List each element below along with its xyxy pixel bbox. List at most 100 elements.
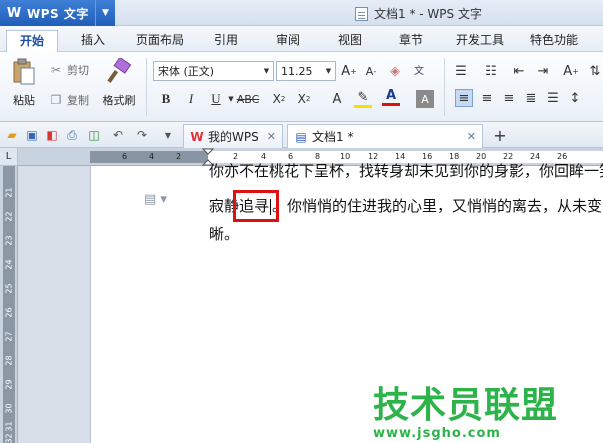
- paste-label: 粘贴: [13, 94, 35, 107]
- tab-my-wps[interactable]: W 我的WPS ✕: [183, 124, 283, 148]
- clipboard-icon: [13, 58, 35, 85]
- undo-icon[interactable]: ↶: [110, 127, 126, 143]
- copy-button[interactable]: ❐ 复制: [48, 92, 89, 108]
- shrink-font-icon[interactable]: A-: [362, 62, 380, 80]
- copy-icon: ❐: [50, 93, 62, 107]
- decrease-indent-icon[interactable]: ⇤: [510, 62, 528, 80]
- tab-view[interactable]: 视图: [332, 30, 368, 52]
- ribbon: 粘贴 ✂ 剪切 ❐ 复制 格式刷 宋体 (正文) ▼ 11.25 ▼ A + A-…: [0, 52, 603, 122]
- document-line-3[interactable]: 晰。: [209, 223, 239, 244]
- strikethrough-icon[interactable]: ABC: [236, 90, 260, 108]
- save-icon[interactable]: ▣: [24, 127, 40, 143]
- superscript-icon[interactable]: X2: [270, 90, 288, 108]
- ruler-number: 2: [176, 152, 182, 161]
- increase-indent-icon[interactable]: ⇥: [534, 62, 552, 80]
- numbered-list-icon[interactable]: ☷: [482, 62, 500, 80]
- app-name: WPS 文字: [27, 6, 89, 21]
- paste-button[interactable]: 粘贴: [4, 58, 44, 108]
- subscript-icon[interactable]: X2: [295, 90, 313, 108]
- grow-font-icon[interactable]: A +: [340, 62, 358, 80]
- tab-references[interactable]: 引用: [208, 30, 244, 52]
- chevron-down-icon: ▼: [325, 67, 332, 75]
- format-painter-button[interactable]: 格式刷: [98, 58, 140, 108]
- paragraph-options-icon[interactable]: ▤ ▾: [144, 192, 167, 207]
- ruler-number: 26: [4, 307, 14, 318]
- new-tab-icon[interactable]: +: [492, 126, 508, 145]
- close-icon[interactable]: ✕: [267, 130, 276, 143]
- align-center-icon[interactable]: ≡: [478, 89, 496, 107]
- format-painter-label: 格式刷: [102, 94, 136, 107]
- ruler-number: 32: [4, 433, 14, 443]
- ruler-number: 6: [122, 152, 128, 161]
- ruler-number: 29: [4, 379, 14, 390]
- divider: [444, 58, 445, 116]
- font-size-select[interactable]: 11.25 ▼: [276, 61, 336, 81]
- tab-chapter[interactable]: 章节: [393, 30, 429, 52]
- wps-logo-icon: W: [6, 5, 22, 21]
- character-shading-icon[interactable]: A: [416, 90, 434, 108]
- close-icon[interactable]: ✕: [467, 130, 476, 143]
- tab-my-wps-label: 我的WPS: [208, 130, 259, 144]
- open-folder-icon[interactable]: ▰: [4, 127, 20, 143]
- distributed-icon[interactable]: ☰: [544, 89, 562, 107]
- document-icon: ▤: [295, 129, 307, 144]
- document-line-1[interactable]: 你亦不在桃花下呈杯，找转身却未见到你的身影，你回眸一笑，: [209, 160, 603, 181]
- text-effect-icon[interactable]: A: [328, 90, 346, 108]
- wps-app-menu-button[interactable]: W WPS 文字 ▼: [0, 0, 115, 26]
- vertical-ruler[interactable]: 21 22 23 24 25 26 27 28 29 30 31 32: [0, 166, 18, 443]
- window-title: 文档1 * - WPS 文字: [355, 5, 482, 22]
- site-watermark: 技术员联盟 www.jsgho.com: [373, 376, 563, 441]
- print-icon[interactable]: ⎙: [64, 127, 80, 143]
- italic-icon[interactable]: I: [182, 90, 200, 108]
- watermark-url: www.jsgho.com: [373, 426, 501, 441]
- font-name-value: 宋体 (正文): [158, 65, 215, 78]
- phonetic-guide-icon[interactable]: 文: [410, 60, 428, 78]
- ruler-number: 30: [4, 403, 14, 414]
- copy-label: 复制: [67, 94, 89, 107]
- tab-home[interactable]: 开始: [6, 30, 58, 52]
- ruler-number: 28: [4, 355, 14, 366]
- chevron-down-icon: ▼: [263, 67, 270, 75]
- line-spacing-icon[interactable]: ↕: [566, 89, 584, 107]
- align-left-icon[interactable]: ≡: [455, 89, 473, 107]
- menu-bar: 开始 插入 页面布局 引用 审阅 视图 章节 开发工具 特色功能: [0, 26, 603, 52]
- sort-icon[interactable]: ⇅: [586, 62, 603, 80]
- window-title-text: 文档1 * - WPS 文字: [374, 7, 482, 21]
- ruler-number: 27: [4, 331, 14, 342]
- paintbrush-icon: [107, 58, 132, 83]
- bold-icon[interactable]: B: [157, 90, 175, 108]
- tab-special-features[interactable]: 特色功能: [524, 30, 584, 52]
- ruler-number: 25: [4, 283, 14, 294]
- tab-document1-label: 文档1 *: [312, 130, 354, 144]
- watermark-title: 技术员联盟: [373, 385, 559, 426]
- document-icon: [355, 6, 368, 21]
- clear-format-icon[interactable]: ◈: [386, 62, 404, 80]
- bullet-list-icon[interactable]: ☰: [452, 62, 470, 80]
- wps-logo-icon: W: [190, 129, 204, 144]
- annotation-highlight-box: [233, 190, 279, 222]
- tab-document1[interactable]: ▤ 文档1 * ✕: [287, 124, 483, 148]
- chevron-down-icon[interactable]: ▼: [95, 0, 115, 26]
- export-pdf-icon[interactable]: ◧: [44, 127, 60, 143]
- font-name-select[interactable]: 宋体 (正文) ▼: [153, 61, 274, 81]
- chinese-layout-icon[interactable]: A +: [562, 62, 580, 80]
- tab-insert[interactable]: 插入: [76, 30, 110, 52]
- ruler-number: 22: [4, 211, 14, 222]
- chevron-down-icon[interactable]: ▼: [160, 127, 176, 143]
- quick-access-toolbar: ▰ ▣ ◧ ⎙ ◫ ↶ ↷ ▼ W 我的WPS ✕ ▤ 文档1 * ✕ +: [0, 122, 603, 148]
- tab-review[interactable]: 审阅: [270, 30, 306, 52]
- tab-stop-selector[interactable]: L: [0, 148, 18, 166]
- align-right-icon[interactable]: ≡: [500, 89, 518, 107]
- font-size-value: 11.25: [281, 64, 313, 78]
- tab-developer[interactable]: 开发工具: [450, 30, 510, 52]
- scissors-icon: ✂: [50, 63, 62, 77]
- justify-icon[interactable]: ≣: [522, 89, 540, 107]
- tab-page-layout[interactable]: 页面布局: [130, 30, 190, 52]
- print-preview-icon[interactable]: ◫: [86, 127, 102, 143]
- redo-icon[interactable]: ↷: [134, 127, 150, 143]
- title-bar: W WPS 文字 ▼ 文档1 * - WPS 文字: [0, 0, 603, 26]
- cut-button[interactable]: ✂ 剪切: [48, 62, 89, 78]
- font-color-icon[interactable]: A: [382, 88, 400, 106]
- ruler-number: 31: [4, 421, 14, 432]
- highlighter-icon[interactable]: ✎: [354, 90, 372, 108]
